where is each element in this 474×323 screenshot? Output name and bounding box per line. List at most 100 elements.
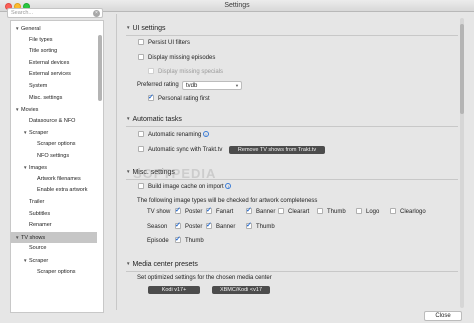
artwork-option[interactable]: Clearlogo bbox=[390, 208, 426, 217]
artwork-option[interactable]: Thumb bbox=[317, 208, 346, 217]
preferred-rating-label: Preferred rating bbox=[137, 82, 179, 88]
artwork-option[interactable]: Thumb bbox=[246, 221, 275, 232]
display-missing-episodes-label: Display missing episodes bbox=[148, 55, 216, 61]
tree-item[interactable]: Misc. settings bbox=[11, 93, 97, 104]
artwork-checkbox[interactable] bbox=[390, 208, 396, 214]
remove-trakt-button[interactable]: Remove TV shows from Trakt.tv bbox=[229, 146, 325, 154]
tree-item[interactable]: ▼ Scraper bbox=[11, 255, 97, 266]
artwork-option-label: Clearart bbox=[288, 209, 310, 215]
persist-ui-filters-option[interactable]: Persist UI filters bbox=[138, 39, 190, 48]
tree-item[interactable]: File types bbox=[11, 35, 97, 46]
artwork-option[interactable]: Fanart bbox=[206, 206, 233, 217]
artwork-option[interactable]: Clearart bbox=[278, 208, 309, 217]
artwork-option[interactable]: Poster bbox=[175, 221, 202, 232]
artwork-checkbox[interactable] bbox=[206, 221, 212, 230]
automatic-tasks-title: Automatic tasks bbox=[132, 116, 182, 123]
tree-item-label: Datasource & NFO bbox=[29, 117, 76, 124]
tree-item[interactable]: System bbox=[11, 81, 97, 92]
tree-item[interactable]: External devices bbox=[11, 58, 97, 69]
tree-item[interactable]: Source bbox=[11, 243, 97, 254]
tree-item[interactable]: Enable extra artwork bbox=[11, 185, 97, 196]
kodi-v17-preset-button[interactable]: Kodi v17+ bbox=[148, 286, 200, 294]
media-center-description: Set optimized settings for the chosen me… bbox=[137, 275, 272, 281]
artwork-option[interactable]: Thumb bbox=[175, 235, 204, 246]
artwork-checkbox[interactable] bbox=[246, 221, 252, 230]
tree-item[interactable]: ▼ TV shows bbox=[11, 231, 97, 243]
personal-rating-first-label: Personal rating first bbox=[158, 96, 210, 102]
artwork-checkbox[interactable] bbox=[175, 221, 181, 230]
tree-item[interactable]: Trailer bbox=[11, 197, 97, 208]
info-icon[interactable]: i bbox=[225, 183, 232, 189]
artwork-option[interactable]: Banner bbox=[246, 206, 275, 217]
artwork-checkbox[interactable] bbox=[278, 208, 284, 214]
automatic-sync-trakt-label: Automatic sync with Trakt.tv bbox=[148, 147, 223, 153]
artwork-checkbox[interactable] bbox=[175, 235, 181, 244]
tree-item-label: Enable extra artwork bbox=[37, 187, 88, 194]
display-missing-episodes-option[interactable]: Display missing episodes bbox=[138, 54, 215, 63]
close-button[interactable]: Close bbox=[424, 311, 462, 321]
tree-item[interactable]: Scraper options bbox=[11, 139, 97, 150]
artwork-checkbox[interactable] bbox=[175, 206, 181, 215]
tree-item-label: Scraper bbox=[29, 130, 49, 137]
display-missing-specials-option: Display missing specials bbox=[148, 68, 223, 77]
tree-item-label: Artwork filenames bbox=[37, 175, 81, 182]
automatic-sync-trakt-option[interactable]: Automatic sync with Trakt.tv bbox=[138, 146, 222, 155]
tree-item[interactable]: ▼ Scraper bbox=[11, 127, 97, 138]
artwork-option[interactable]: Banner bbox=[206, 221, 236, 232]
content-scrollbar[interactable] bbox=[460, 18, 464, 308]
build-image-cache-option[interactable]: Build image cache on import i bbox=[138, 183, 232, 192]
tree-item-label: External services bbox=[29, 71, 71, 78]
artwork-option-label: Thumb bbox=[185, 238, 204, 244]
tree-item[interactable]: ▼ General bbox=[11, 23, 97, 34]
tree-item[interactable]: External services bbox=[11, 69, 97, 80]
tree-item[interactable]: ▼ Movies bbox=[11, 104, 97, 115]
personal-rating-first-checkbox[interactable] bbox=[148, 93, 154, 102]
settings-search-input[interactable]: Search... × bbox=[7, 8, 103, 18]
artwork-option[interactable]: Poster bbox=[175, 206, 202, 217]
tree-item[interactable]: Scraper options bbox=[11, 267, 97, 278]
tree-item[interactable]: Title sorting bbox=[11, 46, 97, 57]
build-image-cache-checkbox[interactable] bbox=[138, 183, 144, 189]
automatic-renaming-checkbox[interactable] bbox=[138, 131, 144, 137]
tree-item-label: Movies bbox=[21, 107, 39, 114]
scrollbar-thumb[interactable] bbox=[460, 24, 464, 114]
tree-item[interactable]: Subtitles bbox=[11, 209, 97, 220]
ui-settings-header[interactable]: ▼ UI settings bbox=[126, 25, 166, 32]
tree-item[interactable]: Datasource & NFO bbox=[11, 116, 97, 127]
artwork-option[interactable]: Logo bbox=[356, 208, 379, 217]
artwork-checkbox[interactable] bbox=[206, 206, 212, 215]
tree-item-label: File types bbox=[29, 36, 53, 43]
tree-item-label: Scraper options bbox=[37, 268, 76, 275]
artwork-checkbox[interactable] bbox=[317, 208, 323, 214]
clear-search-icon[interactable]: × bbox=[93, 10, 100, 17]
tree-item[interactable]: Renamer bbox=[11, 220, 97, 231]
tree-item-label: Subtitles bbox=[29, 210, 51, 217]
xbmc-kodi-preset-button[interactable]: XBMC/Kodi <v17 bbox=[212, 286, 270, 294]
preferred-rating-select[interactable]: tvdb ▼ bbox=[182, 81, 242, 90]
artwork-option-label: Banner bbox=[216, 224, 236, 230]
chevron-down-icon: ▼ bbox=[235, 83, 239, 88]
automatic-renaming-option[interactable]: Automatic renaming i bbox=[138, 131, 210, 140]
tree-item-label: Scraper bbox=[29, 258, 49, 264]
display-missing-specials-label: Display missing specials bbox=[158, 69, 224, 75]
collapse-icon: ▼ bbox=[126, 169, 131, 174]
automatic-sync-trakt-checkbox[interactable] bbox=[138, 146, 144, 152]
tree-item[interactable]: Artwork filenames bbox=[11, 174, 97, 185]
build-image-cache-label: Build image cache on import bbox=[148, 184, 224, 190]
artwork-checkbox[interactable] bbox=[246, 206, 252, 215]
media-center-presets-header[interactable]: ▼ Media center presets bbox=[126, 261, 198, 268]
section-divider bbox=[126, 126, 458, 127]
info-icon[interactable]: i bbox=[203, 131, 210, 137]
tree-item-label: System bbox=[29, 83, 48, 89]
personal-rating-first-option[interactable]: Personal rating first bbox=[148, 93, 210, 104]
panel-divider[interactable] bbox=[116, 14, 117, 310]
tree-item[interactable]: NFO settings bbox=[11, 151, 97, 162]
persist-ui-filters-checkbox[interactable] bbox=[138, 39, 144, 45]
artwork-checkbox[interactable] bbox=[356, 208, 362, 214]
tree-item[interactable]: ▼ Images bbox=[11, 162, 97, 173]
tree-scrollbar[interactable] bbox=[98, 35, 102, 101]
automatic-tasks-header[interactable]: ▼ Automatic tasks bbox=[126, 116, 182, 123]
artwork-option-label: Thumb bbox=[327, 209, 346, 215]
media-center-presets-title: Media center presets bbox=[132, 261, 198, 268]
display-missing-episodes-checkbox[interactable] bbox=[138, 54, 144, 60]
